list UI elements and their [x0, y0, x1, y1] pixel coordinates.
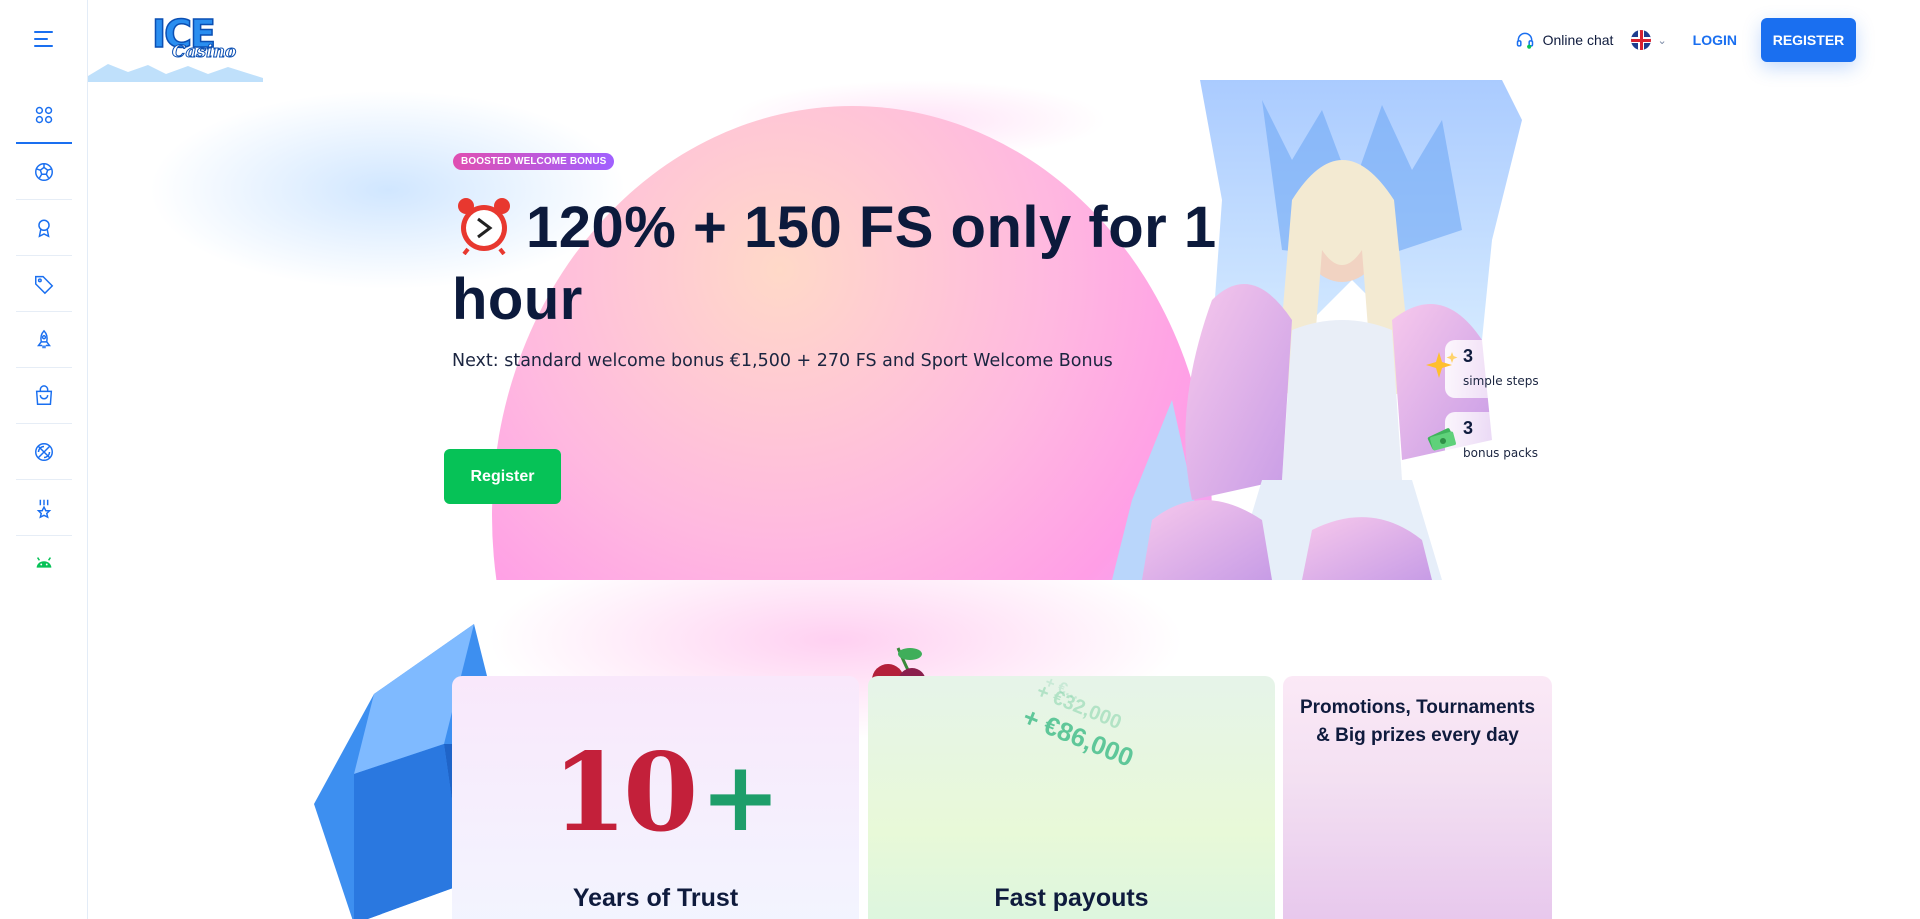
- alarm-clock-icon: [458, 198, 510, 255]
- online-chat-button[interactable]: Online chat: [1515, 30, 1614, 50]
- stat-bonus-packs: 3 bonus packs: [1427, 412, 1575, 470]
- basketball-icon: [35, 442, 53, 461]
- logo-subtext: Casino: [171, 42, 237, 63]
- sidebar-nav: [16, 88, 72, 592]
- language-selector[interactable]: ⌄: [1631, 30, 1667, 50]
- card-years-of-trust[interactable]: 10+ Years of Trust: [452, 676, 859, 919]
- online-chat-label: Online chat: [1542, 32, 1614, 48]
- ice-casino-logo[interactable]: ICE Casino: [151, 13, 242, 68]
- login-button[interactable]: LOGIN: [1693, 32, 1737, 48]
- sidebar-item-all-games[interactable]: [16, 88, 72, 144]
- stat-label: simple steps: [1463, 374, 1539, 388]
- menu-icon[interactable]: [34, 31, 53, 47]
- stat-label: bonus packs: [1463, 446, 1539, 460]
- years-number: 10+: [552, 730, 781, 856]
- sidebar-item-promotions[interactable]: [16, 256, 72, 312]
- hero-banner: BOOSTED WELCOME BONUS 120% + 150 FS only…: [88, 80, 1588, 580]
- sidebar-item-android-app[interactable]: [16, 536, 72, 592]
- years-plus: +: [700, 741, 780, 853]
- sidebar-item-esports[interactable]: [16, 424, 72, 480]
- sidebar-item-tournaments[interactable]: [16, 480, 72, 536]
- card-fast-payouts[interactable]: + €... + €32,000 + €86,000 Fast payouts: [868, 676, 1275, 919]
- award-ribbon-icon: [38, 218, 50, 238]
- header-actions: Online chat ⌄ LOGIN REGISTER: [1515, 18, 1856, 62]
- ice-queen-illustration: [1112, 80, 1522, 580]
- hero-title-text: 120% + 150 FS only for 1 hour: [452, 195, 1217, 332]
- medal-star-icon: [36, 499, 52, 519]
- card-title: Years of Trust: [572, 884, 739, 912]
- card-title: Promotions, Tournaments & Big prizes eve…: [1299, 697, 1536, 746]
- sidebar-item-shop[interactable]: [16, 368, 72, 424]
- card-title: Fast payouts: [994, 884, 1149, 912]
- headset-icon: [1516, 32, 1533, 49]
- android-icon: [36, 557, 52, 568]
- shopping-bag-icon: [35, 384, 53, 405]
- grid-icon: [35, 106, 53, 124]
- sidebar-item-crash[interactable]: [16, 312, 72, 368]
- sidebar-item-sport[interactable]: [16, 144, 72, 200]
- hero-subtitle: Next: standard welcome bonus €1,500 + 27…: [452, 351, 1113, 371]
- uk-flag-icon: [1631, 30, 1652, 50]
- top-header: ICE Casino Online chat ⌄ LOGIN REGISTER: [88, 0, 1920, 80]
- card-promotions[interactable]: Promotions, Tournaments & Big prizes eve…: [1283, 676, 1552, 919]
- bonus-badge: BOOSTED WELCOME BONUS: [453, 153, 615, 170]
- money-stack-icon: [1427, 428, 1456, 451]
- sidebar: [0, 0, 88, 919]
- register-button[interactable]: REGISTER: [1761, 18, 1856, 62]
- stat-number: 3: [1463, 418, 1474, 438]
- tag-icon: [35, 275, 54, 294]
- rocket-icon: [37, 329, 51, 348]
- soccer-ball-icon: [35, 162, 53, 181]
- stat-simple-steps: 3 simple steps: [1426, 340, 1575, 398]
- hero-register-button[interactable]: Register: [444, 449, 561, 504]
- sparkles-icon: [1426, 352, 1458, 378]
- stat-number: 3: [1463, 346, 1474, 366]
- features-section: 10+ Years of Trust + €... + €32,000 + €8…: [88, 580, 1920, 919]
- sidebar-item-vip[interactable]: [16, 200, 72, 256]
- chevron-down-icon: ⌄: [1657, 33, 1667, 47]
- years-value: 10: [552, 730, 698, 856]
